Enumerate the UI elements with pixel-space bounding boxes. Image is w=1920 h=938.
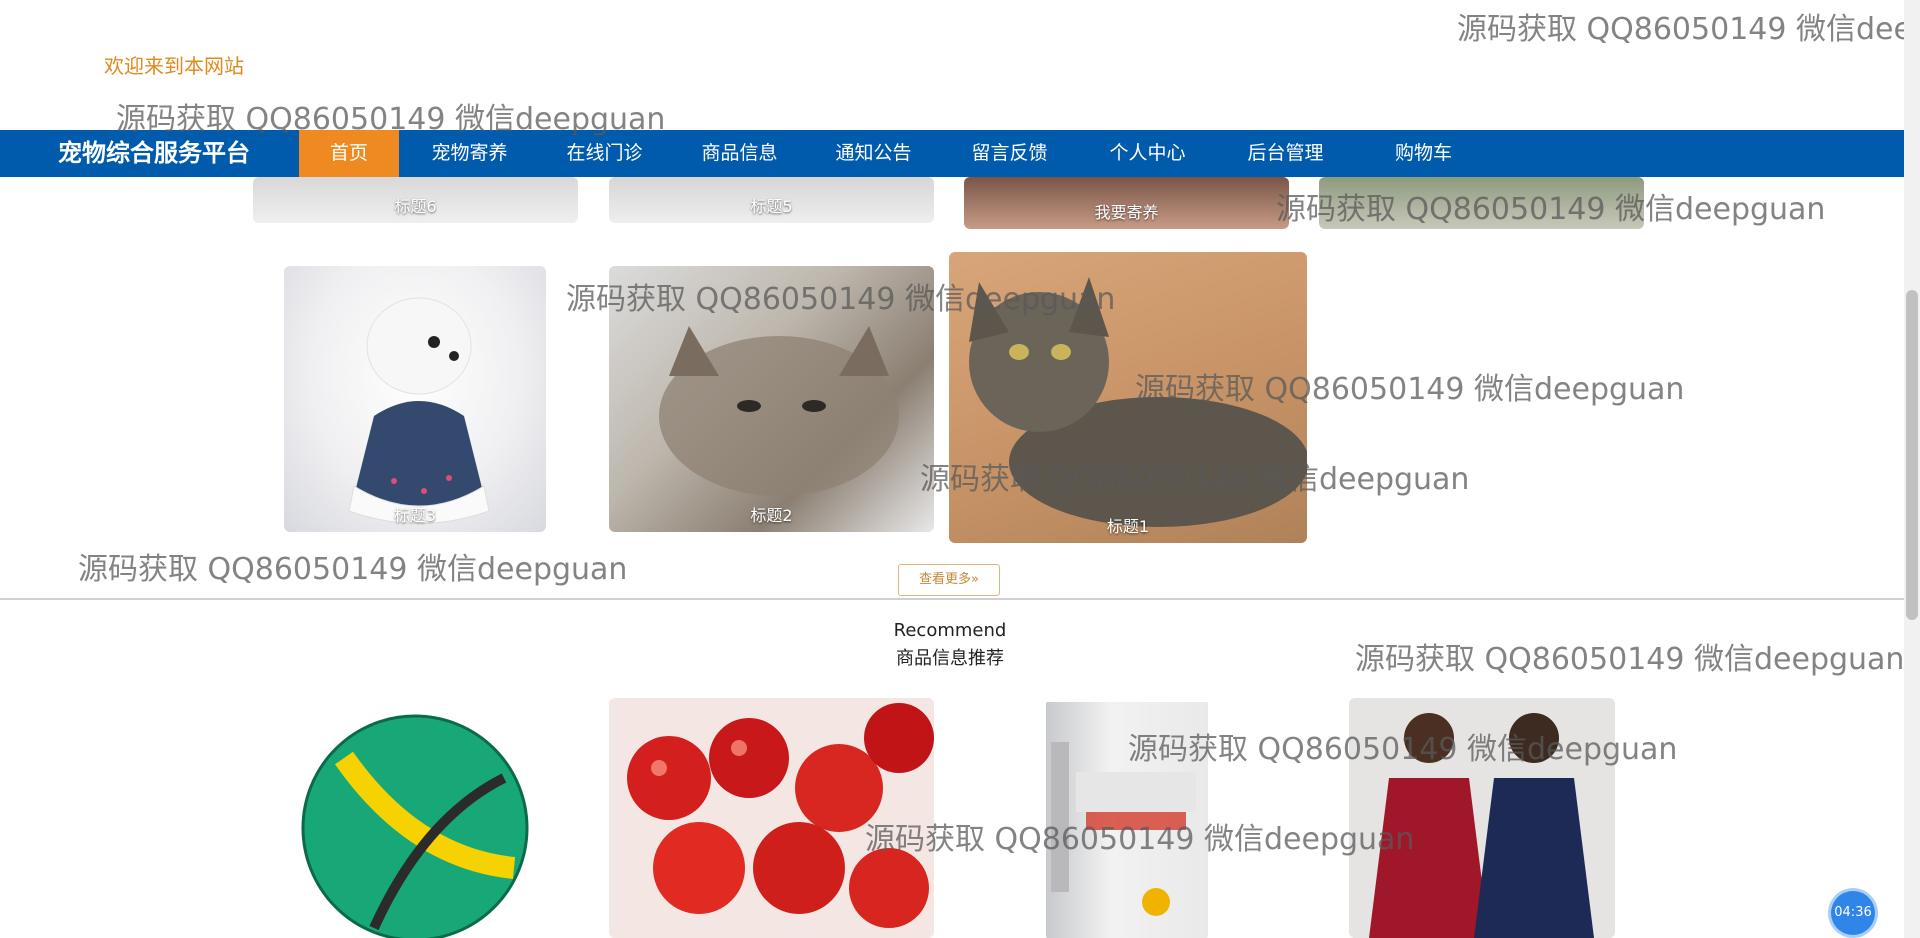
gallery-card-5-label: 标题5 [750,197,793,216]
watermark-text: 源码获取 QQ86050149 微信deepguan [78,552,628,587]
watermark-text: 源码获取 QQ86050149 微信deepguan [865,822,1415,857]
nav-item-cart[interactable]: 购物车 [1366,130,1481,177]
nav-item-feedback[interactable]: 留言反馈 [952,130,1067,177]
dog-illustration [348,297,490,524]
gallery-card-6-label: 标题6 [394,197,437,216]
gallery-card-2-label: 标题2 [750,506,793,525]
nav-item-notices[interactable]: 通知公告 [816,130,931,177]
gallery-card-boarding-label: 我要寄养 [1094,203,1159,222]
product-card-1[interactable] [284,698,546,938]
gallery-card-3[interactable]: 标题3 [284,266,546,532]
view-more-button[interactable]: 查看更多» [898,564,1000,596]
watermark-text: 源码获取 QQ86050149 微信deepguan [566,282,1116,317]
gallery-card-1-label: 标题1 [1106,517,1150,536]
recommend-title: Recommend [893,620,1007,641]
watermark-text: 源码获取 QQ86050149 微信deepguan [1135,372,1685,407]
nav-item-products[interactable]: 商品信息 [682,130,797,177]
gallery-card-3-label: 标题3 [393,506,437,525]
watermark-text: 源码获取 QQ86050149 微信deepguan [1355,642,1905,677]
gallery-card-6[interactable]: 标题6 [253,177,578,223]
nav-item-admin[interactable]: 后台管理 [1228,130,1343,177]
watermark-text-clipped: 源码获取 QQ86050149 微信deep [1457,12,1920,47]
gallery-card-5[interactable]: 标题5 [609,177,934,223]
watermark-text: 源码获取 QQ86050149 微信deepguan [116,102,666,137]
section-divider [0,598,1904,600]
nav-item-profile[interactable]: 个人中心 [1090,130,1205,177]
watermark-text: 源码获取 QQ86050149 微信deepguan [920,462,1470,497]
scrollbar-thumb[interactable] [1906,290,1918,620]
gallery-card-boarding[interactable]: 我要寄养 [964,177,1289,229]
timer-badge[interactable]: 04:36 [1831,891,1875,935]
recommend-subtitle: 商品信息推荐 [896,648,1004,669]
watermark-text: 源码获取 QQ86050149 微信deepguan [1128,732,1678,767]
welcome-text: 欢迎来到本网站 [104,54,244,78]
watermark-text: 源码获取 QQ86050149 微信deepguan [1276,192,1826,227]
soccer-ball-image [301,714,529,938]
